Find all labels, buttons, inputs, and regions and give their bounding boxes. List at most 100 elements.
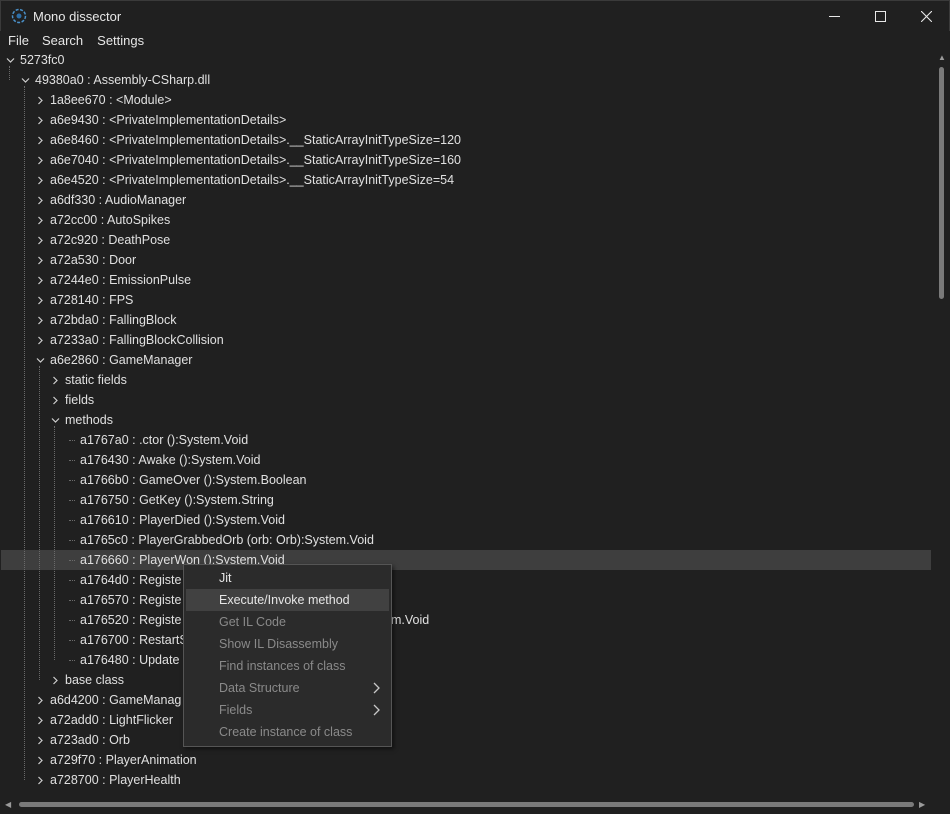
tree-node[interactable]: a728140 : FPS	[1, 290, 931, 310]
expander-toggle[interactable]	[34, 190, 46, 210]
tree-node[interactable]: a72a530 : Door	[1, 250, 931, 270]
tree-node[interactable]: a1764d0 : Registe	[1, 570, 931, 590]
expander-toggle[interactable]	[49, 410, 61, 430]
expander-toggle[interactable]	[34, 730, 46, 750]
expander-toggle[interactable]	[34, 230, 46, 250]
context-menu-item[interactable]: Execute/Invoke method	[186, 589, 389, 611]
chevron-right-icon	[37, 156, 43, 164]
menu-search[interactable]: Search	[35, 31, 90, 51]
menu-settings[interactable]: Settings	[90, 31, 151, 51]
tree-node[interactable]: 49380a0 : Assembly-CSharp.dll	[1, 70, 931, 90]
tree-node[interactable]: a72cc00 : AutoSpikes	[1, 210, 931, 230]
tree-node[interactable]: 5273fc0	[1, 50, 931, 70]
scroll-right-icon[interactable]: ▶	[919, 800, 925, 809]
tree-node-label: a728700 : PlayerHealth	[50, 773, 181, 787]
expander-toggle[interactable]	[34, 250, 46, 270]
context-menu-item[interactable]: Jit	[186, 567, 389, 589]
expander-toggle[interactable]	[49, 370, 61, 390]
tree-node-label: a176610 : PlayerDied ():System.Void	[80, 513, 285, 527]
tree-node[interactable]: a1765c0 : PlayerGrabbedOrb (orb: Orb):Sy…	[1, 530, 931, 550]
tree-node[interactable]: a6e9430 : <PrivateImplementationDetails>	[1, 110, 931, 130]
tree-node-label: a176700 : RestartS	[80, 633, 188, 647]
tree-node[interactable]: a6d4200 : GameManag	[1, 690, 931, 710]
tree-view[interactable]: 5273fc0 49380a0 : Assembly-CSharp.dll 1a8e…	[1, 50, 931, 796]
tree-node[interactable]: a72c920 : DeathPose	[1, 230, 931, 250]
expander-toggle[interactable]	[34, 750, 46, 770]
maximize-button[interactable]	[857, 1, 903, 31]
tree-node[interactable]: a723ad0 : Orb	[1, 730, 931, 750]
vertical-scroll-thumb[interactable]	[939, 67, 944, 299]
expander-toggle[interactable]	[34, 710, 46, 730]
menu-file[interactable]: File	[0, 31, 35, 51]
tree-node[interactable]: a1767a0 : .ctor ():System.Void	[1, 430, 931, 450]
context-menu-item-label: Fields	[219, 703, 253, 717]
tree-node[interactable]: a72bda0 : FallingBlock	[1, 310, 931, 330]
expander-toggle[interactable]	[34, 350, 46, 370]
expander-toggle[interactable]	[34, 290, 46, 310]
minimize-button[interactable]	[811, 1, 857, 31]
expander-toggle[interactable]	[34, 130, 46, 150]
horizontal-scroll-thumb[interactable]	[19, 802, 914, 807]
tree-node[interactable]: a176610 : PlayerDied ():System.Void	[1, 510, 931, 530]
tree-node-label: a1764d0 : Registe	[80, 573, 182, 587]
close-button[interactable]	[903, 1, 949, 31]
context-menu-item: Get IL Code	[186, 611, 389, 633]
tree-node[interactable]: a6e7040 : <PrivateImplementationDetails>…	[1, 150, 931, 170]
tree-node[interactable]: a729f70 : PlayerAnimation	[1, 750, 931, 770]
expander-toggle[interactable]	[49, 390, 61, 410]
expander-toggle[interactable]	[34, 170, 46, 190]
tree-node[interactable]: base class	[1, 670, 931, 690]
tree-node[interactable]: a176700 : RestartS	[1, 630, 931, 650]
submenu-arrow-icon	[373, 682, 380, 694]
title-bar[interactable]: Mono dissector	[0, 0, 950, 31]
tree-node-label: a176520 : Registe	[80, 613, 182, 627]
tree-node[interactable]: a6e2860 : GameManager	[1, 350, 931, 370]
expander-toggle[interactable]	[34, 90, 46, 110]
expander-toggle[interactable]	[34, 270, 46, 290]
tree-node-label: a1767a0 : .ctor ():System.Void	[80, 433, 249, 447]
expander-toggle[interactable]	[34, 210, 46, 230]
expander-toggle[interactable]	[34, 330, 46, 350]
tree-node[interactable]: a728700 : PlayerHealth	[1, 770, 931, 790]
tree-node[interactable]: a176520 : Registe m.Void	[1, 610, 931, 630]
tree-node-label: a6e4520 : <PrivateImplementationDetails>…	[50, 173, 455, 187]
tree-node[interactable]: a6e8460 : <PrivateImplementationDetails>…	[1, 130, 931, 150]
tree-node-label: a72bda0 : FallingBlock	[50, 313, 177, 327]
tree-node[interactable]: a7244e0 : EmissionPulse	[1, 270, 931, 290]
expander-toggle[interactable]	[34, 310, 46, 330]
chevron-down-icon	[51, 417, 59, 423]
tree-node[interactable]: a6e4520 : <PrivateImplementationDetails>…	[1, 170, 931, 190]
tree-node-label: 1a8ee670 : <Module>	[50, 93, 172, 107]
tree-node[interactable]: a72add0 : LightFlicker	[1, 710, 931, 730]
tree-node[interactable]: a176480 : Update	[1, 650, 931, 670]
tree-node[interactable]: a176750 : GetKey ():System.String	[1, 490, 931, 510]
tree-node-label: a176430 : Awake ():System.Void	[80, 453, 261, 467]
tree-node[interactable]: 1a8ee670 : <Module>	[1, 90, 931, 110]
expander-toggle[interactable]	[34, 770, 46, 790]
expander-toggle[interactable]	[49, 670, 61, 690]
tree-node[interactable]: static fields	[1, 370, 931, 390]
scroll-left-icon[interactable]: ◀	[5, 800, 11, 809]
expander-toggle[interactable]	[19, 70, 31, 90]
chevron-right-icon	[37, 116, 43, 124]
tree-node-label: a728140 : FPS	[50, 293, 134, 307]
tree-node[interactable]: fields	[1, 390, 931, 410]
tree-node[interactable]: a176660 : PlayerWon ():System.Void	[1, 550, 931, 570]
tree-node[interactable]: a6df330 : AudioManager	[1, 190, 931, 210]
tree-node[interactable]: a176570 : Registe	[1, 590, 931, 610]
expander-toggle[interactable]	[34, 110, 46, 130]
chevron-right-icon	[37, 96, 43, 104]
expander-toggle[interactable]	[4, 50, 16, 70]
tree-node[interactable]: methods	[1, 410, 931, 430]
expander-toggle[interactable]	[34, 690, 46, 710]
vertical-scrollbar[interactable]: ▲	[935, 50, 949, 796]
tree-node[interactable]: a1766b0 : GameOver ():System.Boolean	[1, 470, 931, 490]
scroll-up-icon[interactable]: ▲	[938, 53, 946, 62]
horizontal-scrollbar[interactable]: ◀ ▶	[1, 797, 932, 812]
context-menu-item-label: Show IL Disassembly	[219, 637, 339, 651]
tree-node[interactable]: a176430 : Awake ():System.Void	[1, 450, 931, 470]
tree-node[interactable]: a7233a0 : FallingBlockCollision	[1, 330, 931, 350]
close-icon	[920, 10, 932, 22]
expander-toggle[interactable]	[34, 150, 46, 170]
tree-node-label: fields	[65, 393, 95, 407]
